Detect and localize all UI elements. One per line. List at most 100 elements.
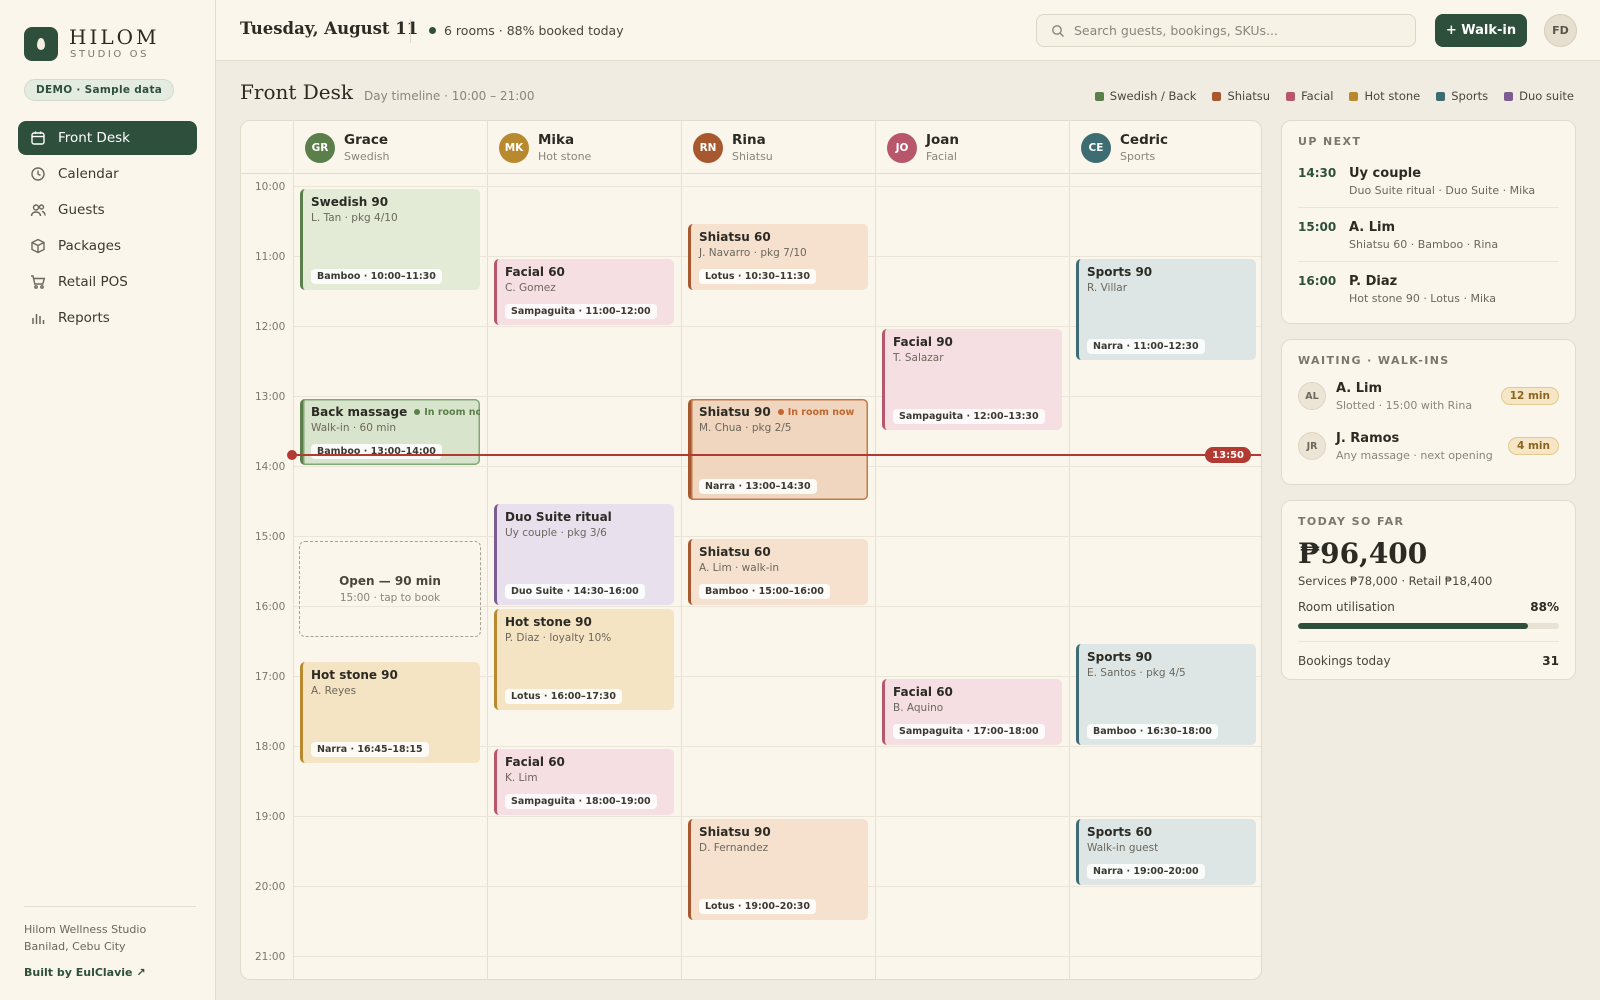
up-next-item[interactable]: 16:00 P. Diaz Hot stone 90 · Lotus · Mika <box>1298 262 1559 315</box>
search-input[interactable] <box>1074 23 1394 38</box>
walk-in-button[interactable]: + Walk-in <box>1435 14 1527 47</box>
wait-time-badge: 12 min <box>1500 387 1559 405</box>
hour-label: 21:00 <box>255 951 286 963</box>
room-time-pill: Bamboo · 13:00–14:00 <box>311 444 442 459</box>
therapist-column-header[interactable]: MK Mika Hot stone <box>487 121 681 174</box>
waiting-item[interactable]: JR J. Ramos Any massage · next opening 4 … <box>1298 421 1559 471</box>
sidebar-item-retail-pos[interactable]: Retail POS <box>18 265 197 299</box>
logo-icon[interactable] <box>24 27 58 61</box>
therapist-specialty: Swedish <box>344 150 390 163</box>
therapist-name: Joan <box>926 132 960 148</box>
sidebar-item-label: Front Desk <box>58 130 130 146</box>
hour-label: 11:00 <box>255 251 286 263</box>
waiting-guest: A. Lim <box>1336 380 1383 396</box>
up-next-list: 14:30 Uy couple Duo Suite ritual · Duo Su… <box>1298 154 1559 315</box>
status-dot-icon <box>429 27 436 34</box>
hour-label: 18:00 <box>255 741 286 753</box>
up-next-item[interactable]: 14:30 Uy couple Duo Suite ritual · Duo Su… <box>1298 154 1559 208</box>
appointment-title: Shiatsu 60 <box>699 230 860 244</box>
appointment-guest: A. Lim · walk-in <box>699 562 780 574</box>
search-box[interactable] <box>1036 14 1416 47</box>
therapist-column-header[interactable]: JO Joan Facial <box>875 121 1069 174</box>
appointment-guest: L. Tan · pkg 4/10 <box>311 212 398 224</box>
appointment-title: Hot stone 90 <box>505 615 666 629</box>
waiting-item[interactable]: AL A. Lim Slotted · 15:00 with Rina 12 mi… <box>1298 371 1559 421</box>
sidebar-item-packages[interactable]: Packages <box>18 229 197 263</box>
bar-chart-icon <box>30 310 46 326</box>
sidebar-item-calendar[interactable]: Calendar <box>18 157 197 191</box>
bookings-row: Bookings today 31 <box>1298 654 1559 668</box>
appointment-title: Shiatsu 60 <box>699 545 860 559</box>
appointment-card[interactable]: Facial 60 K. Lim Sampaguita · 18:00–19:00 <box>494 749 674 815</box>
sidebar-item-reports[interactable]: Reports <box>18 301 197 335</box>
booking-status-text: 6 rooms · 88% booked today <box>444 23 624 38</box>
legend-swatch <box>1286 91 1296 101</box>
appointment-card[interactable]: Duo Suite ritual Uy couple · pkg 3/6 Duo S… <box>494 504 674 605</box>
sidebar-item-front-desk[interactable]: Front Desk <box>18 121 197 155</box>
divider <box>1298 641 1559 642</box>
appointment-card[interactable]: Swedish 90 L. Tan · pkg 4/10 Bamboo · 10:0… <box>300 189 480 290</box>
column-divider <box>293 121 294 979</box>
therapist-column-header[interactable]: CE Cedric Sports <box>1069 121 1261 174</box>
user-avatar[interactable]: FD <box>1544 14 1577 47</box>
appointment-card[interactable]: Shiatsu 90 D. Fernandez Lotus · 19:00–20:3… <box>688 819 868 920</box>
appointment-title: Sports 90 <box>1087 265 1248 279</box>
live-dot-icon <box>414 409 421 415</box>
appointment-title: Shiatsu 90 <box>699 825 860 839</box>
appointment-title: Facial 60 <box>505 265 666 279</box>
appointment-guest: Walk-in guest <box>1087 842 1159 854</box>
open-slot[interactable]: Open — 90 min 15:00 · tap to book <box>299 541 481 637</box>
appointment-service: Sports 90 <box>1087 265 1153 279</box>
cart-icon <box>30 274 46 290</box>
legend-item: Hot stone <box>1349 89 1420 103</box>
appointment-card[interactable]: Hot stone 90 A. Reyes Narra · 16:45–18:15 <box>300 661 480 763</box>
today-panel: TODAY SO FAR ₱96,400 Services ₱78,000 · … <box>1281 500 1576 680</box>
studio-location: Banilad, Cebu City <box>24 940 126 953</box>
appointment-card[interactable]: Facial 60 B. Aquino Sampaguita · 17:00–18:… <box>882 679 1062 745</box>
sidebar-item-label: Retail POS <box>58 274 128 290</box>
in-room-badge: In room now <box>777 407 854 418</box>
therapist-column-header[interactable]: GR Grace Swedish <box>293 121 487 174</box>
room-time-pill: Duo Suite · 14:30–16:00 <box>505 584 645 599</box>
brand-subtitle: STUDIO OS <box>70 49 150 60</box>
waiting-panel: WAITING · WALK-INS AL A. Lim Slotted · 15… <box>1281 339 1576 485</box>
hour-label: 10:00 <box>255 181 286 193</box>
appointment-card[interactable]: Shiatsu 60 A. Lim · walk-in Bamboo · 15:00… <box>688 539 868 605</box>
therapist-column-header[interactable]: RN Rina Shiatsu <box>681 121 875 174</box>
built-by-link[interactable]: Built by EulClavie ↗ <box>24 966 146 979</box>
bookings-value: 31 <box>1542 654 1559 668</box>
appointment-guest: M. Chua · pkg 2/5 <box>699 422 792 434</box>
legend-item: Swedish / Back <box>1094 89 1196 103</box>
appointment-service: Hot stone 90 <box>311 667 398 682</box>
up-next-time: 14:30 <box>1298 166 1337 180</box>
waiting-detail: Any massage · next opening <box>1336 448 1493 462</box>
appointment-guest: T. Salazar <box>893 352 944 364</box>
hour-label: 13:00 <box>255 391 286 403</box>
room-time-pill: Narra · 19:00–20:00 <box>1087 864 1205 879</box>
avatar: RN <box>693 132 723 163</box>
legend-item: Sports <box>1436 89 1488 103</box>
appointment-service: Shiatsu 90 <box>699 405 771 419</box>
appointment-card[interactable]: Shiatsu 90 In room now M. Chua · pkg 2/5 Na… <box>688 399 868 500</box>
room-time-pill: Bamboo · 15:00–16:00 <box>699 584 830 599</box>
appointment-card[interactable]: Shiatsu 60 J. Navarro · pkg 7/10 Lotus · 1… <box>688 224 868 290</box>
sidebar-item-guests[interactable]: Guests <box>18 193 197 227</box>
up-next-item[interactable]: 15:00 A. Lim Shiatsu 60 · Bamboo · Rina <box>1298 208 1559 262</box>
appointment-card[interactable]: Facial 60 C. Gomez Sampaguita · 11:00–12:0… <box>494 259 674 325</box>
appointment-card[interactable]: Hot stone 90 P. Diaz · loyalty 10% Lotus ·… <box>494 609 674 710</box>
appointment-guest: A. Reyes <box>311 684 357 697</box>
current-time-line <box>293 454 1261 457</box>
appointment-title: Facial 60 <box>505 755 666 769</box>
room-time-pill: Narra · 13:00–14:30 <box>699 479 817 494</box>
up-next-time: 15:00 <box>1298 220 1337 234</box>
appointment-service: Hot stone 90 <box>505 615 592 629</box>
appointment-card[interactable]: Sports 90 R. Villar Narra · 11:00–12:30 <box>1076 259 1256 360</box>
revenue-total: ₱96,400 <box>1298 537 1428 570</box>
box-icon <box>30 238 46 254</box>
appointment-card[interactable]: Facial 90 T. Salazar Sampaguita · 12:00–13… <box>882 329 1062 430</box>
legend-swatch <box>1349 91 1359 101</box>
appointment-card[interactable]: Sports 90 E. Santos · pkg 4/5 Bamboo · 16:… <box>1076 644 1256 745</box>
therapist-specialty: Hot stone <box>538 150 592 163</box>
utilisation-row: Room utilisation 88% <box>1298 600 1559 614</box>
appointment-card[interactable]: Sports 60 Walk-in guest Narra · 19:00–20:0… <box>1076 819 1256 885</box>
